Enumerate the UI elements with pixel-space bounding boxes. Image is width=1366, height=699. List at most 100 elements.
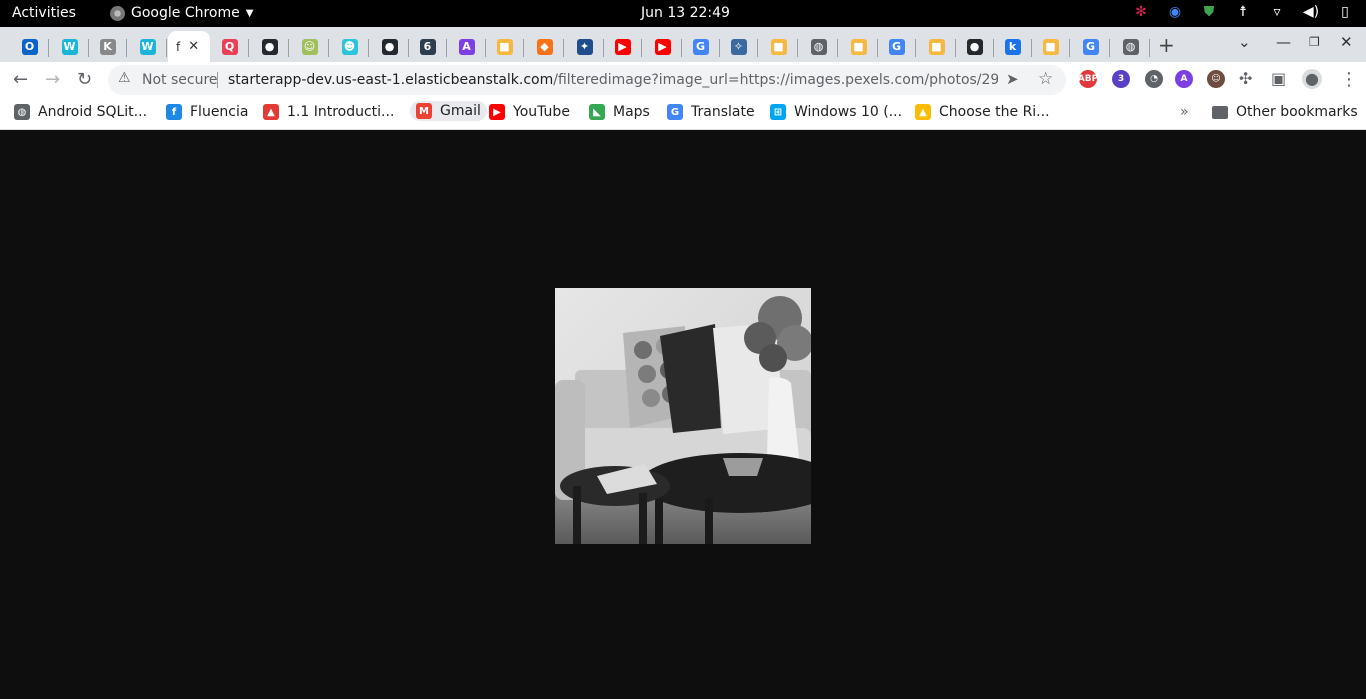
youtube-icon: ▶: [654, 38, 671, 55]
browser-tab[interactable]: Q: [210, 31, 249, 62]
browser-tab[interactable]: f ✕: [168, 31, 210, 62]
bookmark-item[interactable]: M Gmail: [410, 101, 487, 121]
address-bar[interactable]: ⚠ Not secure starterapp-dev.us-east-1.el…: [108, 65, 1066, 95]
accessibility-icon[interactable]: ☨: [1234, 4, 1252, 20]
browser-tab[interactable]: k: [993, 31, 1032, 62]
system-tray[interactable]: ✻ ◉ ⛊ ☨ ▿ ◀) ▯: [1132, 4, 1354, 20]
volume-icon[interactable]: ◀): [1302, 4, 1320, 20]
menu-dots-icon[interactable]: ⋮: [1340, 69, 1358, 90]
slack-icon[interactable]: ✻: [1132, 4, 1150, 20]
gauge-icon[interactable]: ◔: [1145, 70, 1163, 88]
browser-tab[interactable]: ●: [955, 31, 994, 62]
chrome-icon: [110, 5, 125, 21]
reload-icon[interactable]: ↻: [77, 69, 92, 90]
browser-tab[interactable]: ✦: [565, 31, 604, 62]
bookmark-item[interactable]: f Fluencia: [166, 104, 248, 120]
restore-icon[interactable]: ❐: [1309, 35, 1320, 49]
browser-tab[interactable]: ◆: [525, 31, 564, 62]
box-icon: ■: [1042, 38, 1059, 55]
browser-tab[interactable]: W: [50, 31, 89, 62]
side-panel-icon[interactable]: ▣: [1271, 69, 1286, 88]
bookmark-item[interactable]: ◍ Android SQLit...: [14, 104, 147, 120]
adblock-icon[interactable]: ABP: [1078, 70, 1098, 88]
github-icon: ●: [261, 38, 278, 55]
google-ads-icon: ▲: [915, 104, 931, 120]
a-circle-icon[interactable]: A: [1175, 70, 1193, 88]
browser-tab[interactable]: K: [88, 31, 127, 62]
bookmark-label: YouTube: [513, 104, 570, 120]
forward-icon[interactable]: →: [45, 69, 60, 90]
browser-tab[interactable]: ■: [759, 31, 798, 62]
url-host: starterapp-dev.us-east-1.elasticbeanstal…: [228, 72, 554, 88]
url-text[interactable]: starterapp-dev.us-east-1.elasticbeanstal…: [228, 72, 998, 88]
browser-tab[interactable]: ▶: [643, 31, 682, 62]
box-icon: ■: [770, 38, 787, 55]
bookmark-item[interactable]: G Translate: [667, 104, 755, 120]
browser-tab[interactable]: A: [447, 31, 486, 62]
page-content: [0, 131, 1366, 699]
caret-down-icon: ▼: [245, 7, 254, 19]
tab-separator: [1069, 39, 1070, 57]
globe-icon: ◍: [14, 104, 30, 120]
browser-tab[interactable]: ●: [250, 31, 289, 62]
browser-tab[interactable]: ●: [370, 31, 409, 62]
youtube-icon: ▶: [614, 38, 631, 55]
bookmark-item[interactable]: ▲ 1.1 Introducti...: [263, 104, 394, 120]
browser-tab[interactable]: W: [128, 31, 167, 62]
extensions-puzzle-icon[interactable]: ✣: [1239, 69, 1252, 88]
browser-tab[interactable]: ☻: [330, 31, 369, 62]
browser-tab[interactable]: ◍: [799, 31, 838, 62]
browser-tab[interactable]: ▶: [603, 31, 642, 62]
google-icon: G: [888, 38, 905, 55]
chrome-tray-icon[interactable]: ◉: [1166, 4, 1184, 20]
browser-tab[interactable]: G: [877, 31, 916, 62]
browser-tab[interactable]: ☺: [290, 31, 329, 62]
divider: [217, 72, 218, 88]
robot-icon: ☻: [341, 38, 358, 55]
security-label[interactable]: Not secure: [142, 72, 218, 88]
box-icon: ■: [850, 38, 867, 55]
system-top-bar: Activities Google Chrome ▼ Jun 13 22:49 …: [0, 0, 1366, 27]
browser-tab[interactable]: ■: [839, 31, 878, 62]
bookmark-item[interactable]: ▲ Choose the Ri...: [915, 104, 1050, 120]
close-tab-icon[interactable]: ✕: [188, 39, 199, 54]
browser-tab[interactable]: ◍: [1111, 31, 1150, 62]
browser-tab[interactable]: 6: [408, 31, 447, 62]
browser-tab[interactable]: G: [681, 31, 720, 62]
tab-separator: [166, 39, 167, 57]
profile-ext-icon[interactable]: ☺: [1207, 70, 1225, 88]
browser-tab[interactable]: ✧: [719, 31, 758, 62]
shield-icon: ✧: [730, 38, 747, 55]
browser-tab[interactable]: ■: [917, 31, 956, 62]
bookmark-item[interactable]: ▶ YouTube: [489, 104, 570, 120]
globe-icon: ◍: [810, 38, 827, 55]
more-bookmarks-chevron-icon[interactable]: »: [1180, 104, 1189, 120]
clock[interactable]: Jun 13 22:49: [641, 5, 730, 21]
browser-tab[interactable]: ■: [485, 31, 524, 62]
bookmark-item[interactable]: ⊞ Windows 10 (...: [770, 104, 902, 120]
browser-tab[interactable]: G: [1071, 31, 1110, 62]
minimize-icon[interactable]: —: [1276, 33, 1291, 51]
browser-tab[interactable]: O: [10, 31, 49, 62]
bookmark-star-icon[interactable]: ☆: [1038, 69, 1053, 89]
close-window-icon[interactable]: ✕: [1340, 33, 1353, 51]
other-bookmarks-folder[interactable]: Other bookmarks: [1212, 104, 1358, 120]
bookmark-item[interactable]: ◣ Maps: [589, 104, 650, 120]
cap-icon[interactable]: 3: [1112, 70, 1130, 88]
shield-tray-icon[interactable]: ⛊: [1200, 4, 1218, 20]
new-tab-button[interactable]: +: [1158, 33, 1175, 57]
bookmark-label: Maps: [613, 104, 650, 120]
send-tab-icon[interactable]: ➤: [1006, 70, 1019, 88]
tab-separator: [288, 39, 289, 57]
back-icon[interactable]: ←: [13, 69, 28, 90]
bookmark-label: Android SQLit...: [38, 104, 148, 120]
warning-icon[interactable]: ⚠: [118, 70, 131, 86]
profile-avatar-icon[interactable]: ●: [1302, 69, 1322, 89]
app-menu[interactable]: Google Chrome ▼: [110, 5, 253, 21]
battery-icon[interactable]: ▯: [1336, 4, 1354, 20]
bookmark-label: 1.1 Introducti...: [287, 104, 395, 120]
browser-tab[interactable]: ■: [1031, 31, 1070, 62]
activities-button[interactable]: Activities: [12, 5, 76, 21]
wifi-icon[interactable]: ▿: [1268, 4, 1286, 20]
tab-search-icon[interactable]: ⌄: [1238, 33, 1251, 51]
